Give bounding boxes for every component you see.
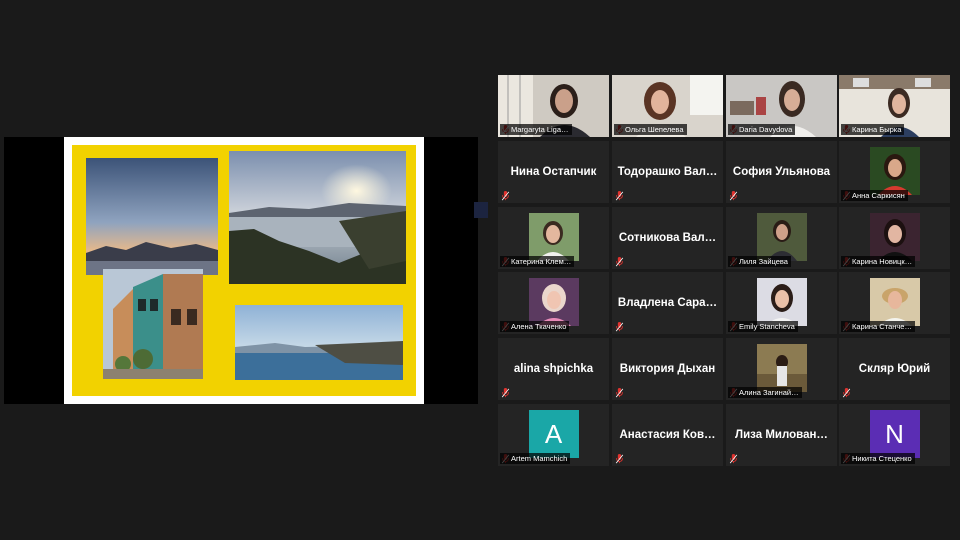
participant-tile[interactable]: Тодорашко Вал… xyxy=(612,141,723,203)
participant-tile[interactable]: Катерина Клем… xyxy=(498,207,609,269)
participant-name: Анастасия Ков… xyxy=(619,429,716,441)
participant-tile[interactable]: Владлена Сара… xyxy=(612,272,723,334)
participant-label: Карина Станче… xyxy=(841,321,915,332)
participant-avatar xyxy=(756,278,807,326)
participant-label: Анна Саркисян xyxy=(841,190,908,201)
participant-label: Emily Stancheva xyxy=(728,321,798,332)
participant-name: Сотникова Вал… xyxy=(618,232,717,244)
participant-label: Карина Новицк… xyxy=(841,256,916,267)
participant-label: Алина Загинай… xyxy=(728,387,802,398)
participant-tile[interactable]: Emily Stancheva xyxy=(726,272,837,334)
slide-nav-marker xyxy=(474,202,488,218)
bay-sunset-photo xyxy=(229,151,406,284)
participant-name: Тодорашко Вал… xyxy=(617,166,718,178)
participant-tile[interactable]: Карина Новицк… xyxy=(839,207,950,269)
participant-tile[interactable]: Алина Загинай… xyxy=(726,338,837,400)
participant-label: Катерина Клем… xyxy=(500,256,575,267)
sunset-mountains-photo xyxy=(86,158,218,275)
muted-mic-icon xyxy=(614,387,624,398)
participant-label: Лиля Зайцева xyxy=(728,256,791,267)
muted-mic-icon xyxy=(841,387,851,398)
participant-label: Artem Mamchich xyxy=(500,453,571,464)
participant-name: Виктория Дыхан xyxy=(619,363,716,375)
participant-avatar xyxy=(869,213,920,261)
participant-label: Margaryta Liga… xyxy=(500,124,572,135)
participant-label: Никита Стеценко xyxy=(841,453,915,464)
slide-background xyxy=(72,145,488,396)
participant-tile[interactable]: Скляр Юрий xyxy=(839,338,950,400)
participant-tile[interactable]: Margaryta Liga… xyxy=(498,75,609,137)
participant-tile[interactable]: Алена Ткаченко xyxy=(498,272,609,334)
participant-avatar xyxy=(869,278,920,326)
participant-tile[interactable]: София Ульянова xyxy=(726,141,837,203)
participant-label: Карина Бырка xyxy=(841,124,905,135)
presentation-slide xyxy=(64,137,488,404)
participant-tile[interactable]: Лиза Милован… xyxy=(726,404,837,466)
participant-tile[interactable]: Нина Остапчик xyxy=(498,141,609,203)
participant-tile[interactable]: Анна Саркисян xyxy=(839,141,950,203)
coastal-cliff-photo xyxy=(235,305,403,380)
participant-name: Скляр Юрий xyxy=(858,363,931,375)
participant-label: Daria Davydova xyxy=(728,124,796,135)
participant-tile[interactable]: A Artem Mamchich xyxy=(498,404,609,466)
muted-mic-icon xyxy=(614,453,624,464)
participant-tile[interactable]: Лиля Зайцева xyxy=(726,207,837,269)
participant-tile[interactable]: Анастасия Ков… xyxy=(612,404,723,466)
participant-tile[interactable]: Сотникова Вал… xyxy=(612,207,723,269)
muted-mic-icon xyxy=(728,190,738,201)
participant-tile[interactable]: Карина Станче… xyxy=(839,272,950,334)
participant-name: София Ульянова xyxy=(732,166,831,178)
participant-tile[interactable]: Daria Davydova xyxy=(726,75,837,137)
participant-avatar xyxy=(869,147,920,195)
old-town-street-photo xyxy=(103,269,203,379)
participant-label: Алена Ткаченко xyxy=(500,321,570,332)
participant-name: alina shpichka xyxy=(513,363,594,375)
participant-avatar xyxy=(528,213,579,261)
muted-mic-icon xyxy=(614,321,624,332)
participant-avatar xyxy=(756,344,807,392)
participant-tile[interactable]: Карина Бырка xyxy=(839,75,950,137)
participant-avatar-letter: A xyxy=(528,410,579,458)
muted-mic-icon xyxy=(728,453,738,464)
muted-mic-icon xyxy=(500,190,510,201)
participant-label: Ольга Шепелева xyxy=(614,124,687,135)
participant-tile[interactable]: alina shpichka xyxy=(498,338,609,400)
participant-avatar xyxy=(528,278,579,326)
participant-name: Владлена Сара… xyxy=(617,297,718,309)
participant-tile[interactable]: Виктория Дыхан xyxy=(612,338,723,400)
participant-name: Нина Остапчик xyxy=(510,166,597,178)
shared-screen xyxy=(4,137,488,404)
muted-mic-icon xyxy=(500,387,510,398)
participant-name: Лиза Милован… xyxy=(735,429,828,441)
muted-mic-icon xyxy=(614,256,624,267)
participant-tile[interactable]: N Никита Стеценко xyxy=(839,404,950,466)
muted-mic-icon xyxy=(614,190,624,201)
participant-avatar-letter: N xyxy=(869,410,920,458)
participant-avatar xyxy=(756,213,807,261)
participant-tile[interactable]: Ольга Шепелева xyxy=(612,75,723,137)
